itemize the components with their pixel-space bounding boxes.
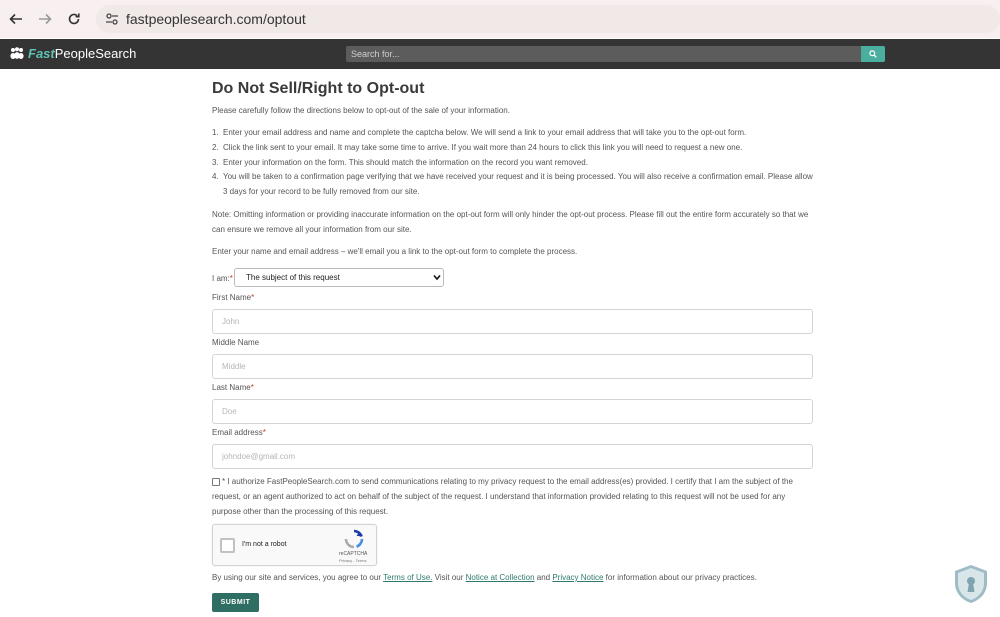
notice-at-collection-link[interactable]: Notice at Collection	[466, 573, 535, 582]
search-button[interactable]	[861, 46, 885, 62]
forward-arrow-icon[interactable]	[35, 9, 55, 29]
instruction-text: Enter your name and email address – we'l…	[212, 247, 578, 256]
required-mark: *	[229, 274, 233, 283]
page-title: Do Not Sell/Right to Opt-out	[212, 80, 425, 97]
address-bar[interactable]: fastpeoplesearch.com/optout	[96, 5, 1000, 33]
list-item: 2. Click the link sent to your email. It …	[212, 142, 743, 152]
logo-rest-text: PeopleSearch	[54, 46, 137, 61]
recaptcha-logo-icon	[344, 529, 364, 549]
reload-icon[interactable]	[64, 9, 84, 29]
recaptcha-brand: reCAPTCHA	[339, 551, 368, 557]
site-logo[interactable]: Fast PeopleSearch	[10, 46, 136, 61]
terms-text: By using our site and services, you agre…	[212, 573, 757, 582]
required-mark: *	[250, 383, 254, 392]
first-name-label: First Name*	[212, 293, 255, 302]
search-icon	[869, 50, 877, 58]
intro-text: Please carefully follow the directions b…	[212, 106, 510, 115]
middle-name-field[interactable]	[212, 354, 813, 379]
middle-name-label: Middle Name	[212, 338, 260, 347]
url-text: fastpeoplesearch.com/optout	[126, 11, 306, 27]
terms-of-use-link[interactable]: Terms of Use.	[383, 573, 432, 582]
steps-list: 1. Enter your email address and name and …	[212, 126, 814, 200]
list-item: 3. Enter your information on the form. Th…	[212, 157, 588, 167]
recaptcha-label: I'm not a robot	[242, 541, 287, 548]
list-item: 1. Enter your email address and name and …	[212, 128, 747, 137]
recaptcha-checkbox[interactable]	[220, 538, 235, 553]
site-settings-icon[interactable]	[105, 12, 119, 26]
site-header: Fast PeopleSearch	[0, 39, 1000, 69]
recaptcha-links[interactable]: Privacy - Terms	[339, 558, 366, 563]
email-label: Email address*	[212, 428, 266, 437]
privacy-notice-link[interactable]: Privacy Notice	[552, 573, 603, 582]
shield-keyhole-icon[interactable]	[953, 564, 989, 604]
site-search	[346, 46, 885, 62]
search-input[interactable]	[346, 46, 861, 62]
submit-button[interactable]: SUBMIT	[212, 593, 259, 612]
people-icon	[10, 47, 24, 59]
iam-label: I am:*	[212, 274, 233, 283]
required-mark: *	[251, 293, 255, 302]
requester-type-select[interactable]: The subject of this request	[234, 268, 444, 287]
list-item: 4. You will be taken to a confirmation pa…	[212, 172, 813, 197]
required-mark: *	[262, 428, 266, 437]
recaptcha-widget: I'm not a robot reCAPTCHA Privacy - Term…	[212, 524, 377, 566]
last-name-field[interactable]	[212, 399, 813, 424]
first-name-field[interactable]	[212, 309, 813, 334]
last-name-label: Last Name*	[212, 383, 254, 392]
browser-toolbar: fastpeoplesearch.com/optout	[0, 0, 1000, 38]
logo-fast-text: Fast	[28, 46, 55, 61]
note-text: Note: Omitting information or providing …	[212, 210, 809, 234]
back-arrow-icon[interactable]	[6, 9, 26, 29]
email-field[interactable]	[212, 444, 813, 469]
consent-text: * I authorize FastPeopleSearch.com to se…	[212, 477, 793, 516]
